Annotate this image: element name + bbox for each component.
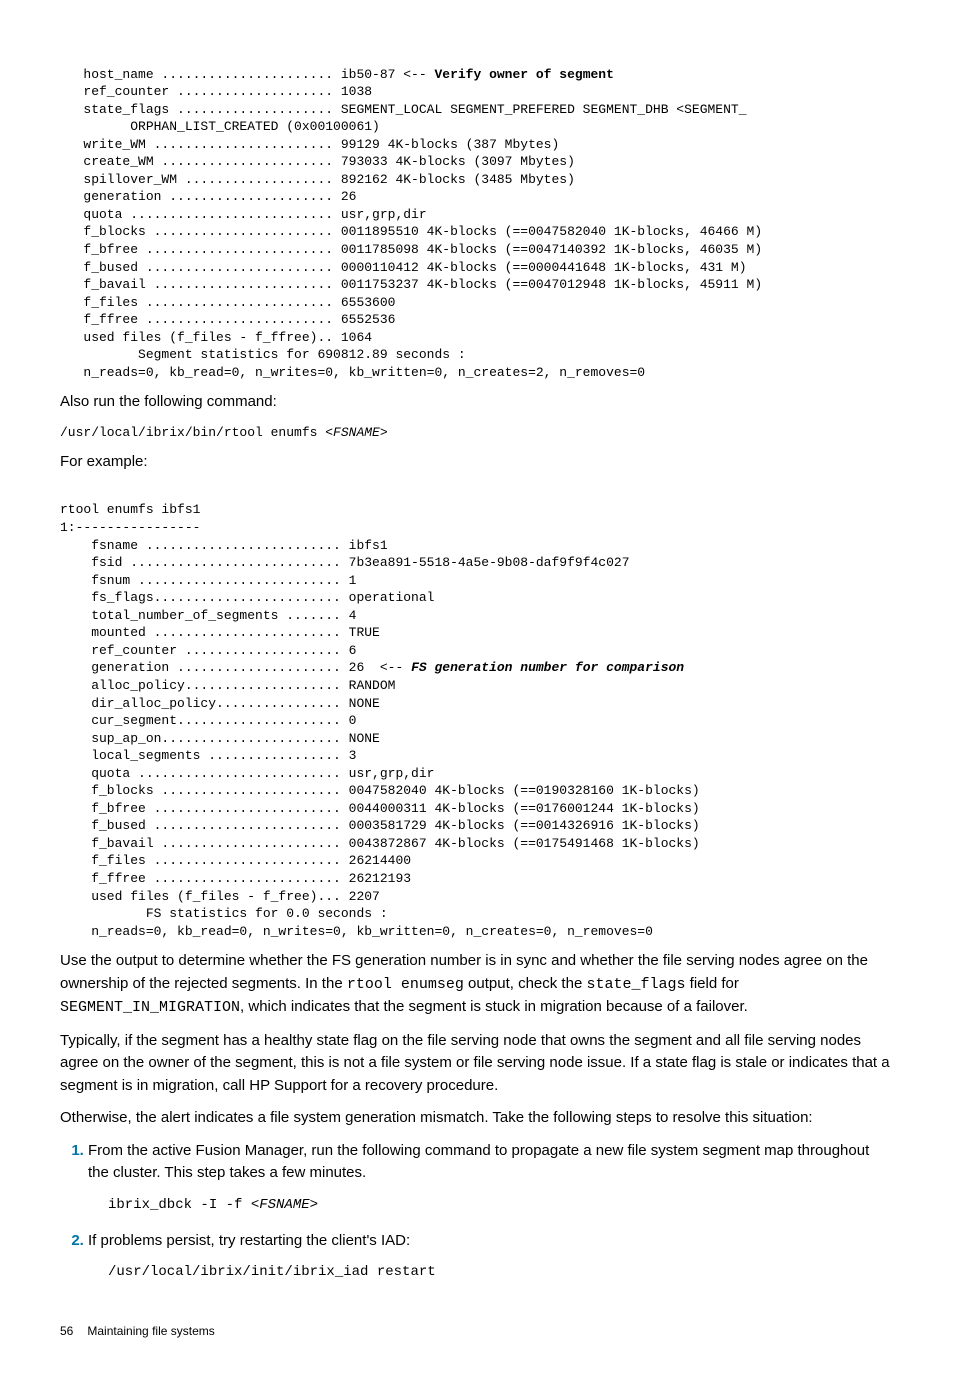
paragraph: Also run the following command: <box>60 391 894 414</box>
code-line: quota .......................... usr,grp… <box>60 207 427 222</box>
footer-title: Maintaining file systems <box>87 1324 214 1338</box>
command-placeholder: <FSNAME> <box>251 1197 318 1213</box>
code-line: alloc_policy.................... RANDOM <box>60 678 395 693</box>
code-line: used files (f_files - f_ffree).. 1064 <box>60 330 372 345</box>
code-block-enumseg: host_name ...................... ib50-87… <box>60 48 894 381</box>
code-line: f_ffree ........................ 6552536 <box>60 312 395 327</box>
code-line: local_segments ................. 3 <box>60 748 356 763</box>
code-emphasis: Verify owner of segment <box>434 67 613 82</box>
code-line: ref_counter .................... 6 <box>60 643 356 658</box>
paragraph: Otherwise, the alert indicates a file sy… <box>60 1107 894 1130</box>
code-line: quota .......................... usr,grp… <box>60 766 434 781</box>
code-line: fs_flags........................ operati… <box>60 590 434 605</box>
steps-list: From the active Fusion Manager, run the … <box>60 1140 894 1284</box>
code-line: f_ffree ........................ 2621219… <box>60 871 411 886</box>
code-line: f_bused ........................ 0000110… <box>60 260 747 275</box>
code-line: ORPHAN_LIST_CREATED (0x00100061) <box>60 119 380 134</box>
code-line: 1:---------------- <box>60 520 200 535</box>
step-command: /usr/local/ibrix/init/ibrix_iad restart <box>108 1262 894 1283</box>
command-text: ibrix_dbck -I -f <box>108 1197 251 1213</box>
text-run: , which indicates that the segment is st… <box>240 998 748 1015</box>
inline-code: SEGMENT_IN_MIGRATION <box>60 999 240 1016</box>
code-line: state_flags .................... SEGMENT… <box>60 102 747 117</box>
code-line: write_WM ....................... 99129 4… <box>60 137 559 152</box>
code-line: f_bfree ........................ 0011785… <box>60 242 762 257</box>
code-line: rtool enumfs ibfs1 <box>60 502 200 517</box>
code-line: Segment statistics for 690812.89 seconds… <box>60 347 466 362</box>
code-line: f_bfree ........................ 0044000… <box>60 801 700 816</box>
code-line: n_reads=0, kb_read=0, n_writes=0, kb_wri… <box>60 365 645 380</box>
command-text: /usr/local/ibrix/bin/rtool enumfs <box>60 425 325 440</box>
code-line: f_bavail ....................... 0043872… <box>60 836 700 851</box>
code-line: fsnum .......................... 1 <box>60 573 356 588</box>
step-item: If problems persist, try restarting the … <box>88 1230 894 1284</box>
code-line: create_WM ...................... 793033 … <box>60 154 575 169</box>
step-item: From the active Fusion Manager, run the … <box>88 1140 894 1216</box>
code-line: sup_ap_on....................... NONE <box>60 731 380 746</box>
step-text: If problems persist, try restarting the … <box>88 1232 410 1249</box>
code-line: generation ..................... 26 <box>60 189 356 204</box>
code-line: f_blocks ....................... 0047582… <box>60 783 700 798</box>
step-command: ibrix_dbck -I -f <FSNAME> <box>108 1195 894 1216</box>
command-line: /usr/local/ibrix/bin/rtool enumfs <FSNAM… <box>60 424 894 442</box>
text-run: output, check the <box>464 975 587 992</box>
text-run: field for <box>685 975 738 992</box>
code-line: mounted ........................ TRUE <box>60 625 380 640</box>
code-line: host_name ...................... ib50-87… <box>60 67 434 82</box>
command-placeholder: <FSNAME> <box>325 425 387 440</box>
code-line: spillover_WM ................... 892162 … <box>60 172 575 187</box>
code-line: f_bused ........................ 0003581… <box>60 818 700 833</box>
code-line: fsid ........................... 7b3ea89… <box>60 555 630 570</box>
code-line: n_reads=0, kb_read=0, n_writes=0, kb_wri… <box>60 924 653 939</box>
code-line: ref_counter .................... 1038 <box>60 84 372 99</box>
code-line: FS statistics for 0.0 seconds : <box>60 906 388 921</box>
paragraph: Typically, if the segment has a healthy … <box>60 1030 894 1098</box>
code-line: f_files ........................ 6553600 <box>60 295 395 310</box>
page-footer: 56 Maintaining file systems <box>60 1323 894 1340</box>
paragraph: For example: <box>60 451 894 474</box>
code-emphasis: FS generation number for comparison <box>411 660 684 675</box>
code-line: used files (f_files - f_free)... 2207 <box>60 889 380 904</box>
code-line: fsname ......................... ibfs1 <box>60 538 388 553</box>
code-block-enumfs: rtool enumfs ibfs1 1:---------------- fs… <box>60 484 894 940</box>
inline-code: state_flags <box>586 976 685 993</box>
code-line: f_bavail ....................... 0011753… <box>60 277 762 292</box>
code-line: f_blocks ....................... 0011895… <box>60 224 762 239</box>
code-line: f_files ........................ 2621440… <box>60 853 411 868</box>
code-line: cur_segment..................... 0 <box>60 713 356 728</box>
code-line: total_number_of_segments ....... 4 <box>60 608 356 623</box>
page-number: 56 <box>60 1324 73 1338</box>
step-text: From the active Fusion Manager, run the … <box>88 1142 869 1182</box>
code-line: dir_alloc_policy................ NONE <box>60 696 380 711</box>
paragraph: Use the output to determine whether the … <box>60 950 894 1020</box>
inline-code: rtool enumseg <box>347 976 464 993</box>
code-line: generation ..................... 26 <-- <box>60 660 411 675</box>
